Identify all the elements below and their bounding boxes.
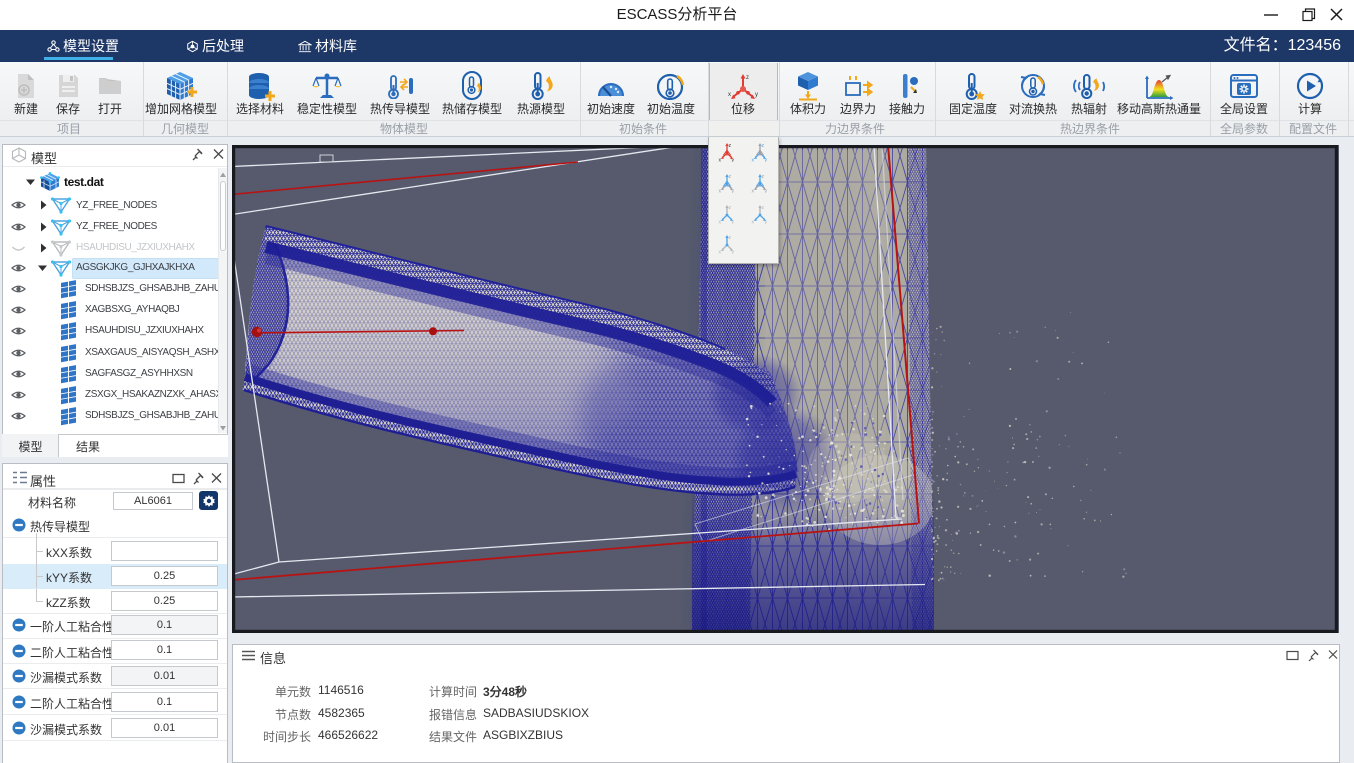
- svg-text:z: z: [729, 174, 732, 180]
- svg-text:z: z: [746, 75, 749, 81]
- svg-text:y: y: [765, 220, 768, 225]
- svg-text:y: y: [765, 189, 768, 194]
- svg-text:x: x: [719, 220, 722, 225]
- svg-text:x: x: [752, 220, 755, 225]
- svg-text:z: z: [729, 205, 732, 211]
- svg-text:z: z: [762, 143, 765, 149]
- svg-text:x: x: [728, 92, 731, 98]
- svg-text:y: y: [732, 158, 735, 163]
- svg-text:y: y: [732, 250, 735, 255]
- svg-text:y: y: [732, 189, 735, 194]
- svg-text:z: z: [729, 235, 732, 241]
- svg-text:x: x: [752, 158, 755, 163]
- svg-text:x: x: [719, 189, 722, 194]
- svg-text:y: y: [732, 220, 735, 225]
- svg-text:x: x: [752, 189, 755, 194]
- svg-text:z: z: [762, 174, 765, 180]
- svg-text:z: z: [762, 205, 765, 211]
- svg-text:z: z: [729, 143, 732, 149]
- svg-text:x: x: [719, 158, 722, 163]
- svg-text:x: x: [719, 250, 722, 255]
- svg-text:y: y: [755, 92, 758, 98]
- svg-text:y: y: [765, 158, 768, 163]
